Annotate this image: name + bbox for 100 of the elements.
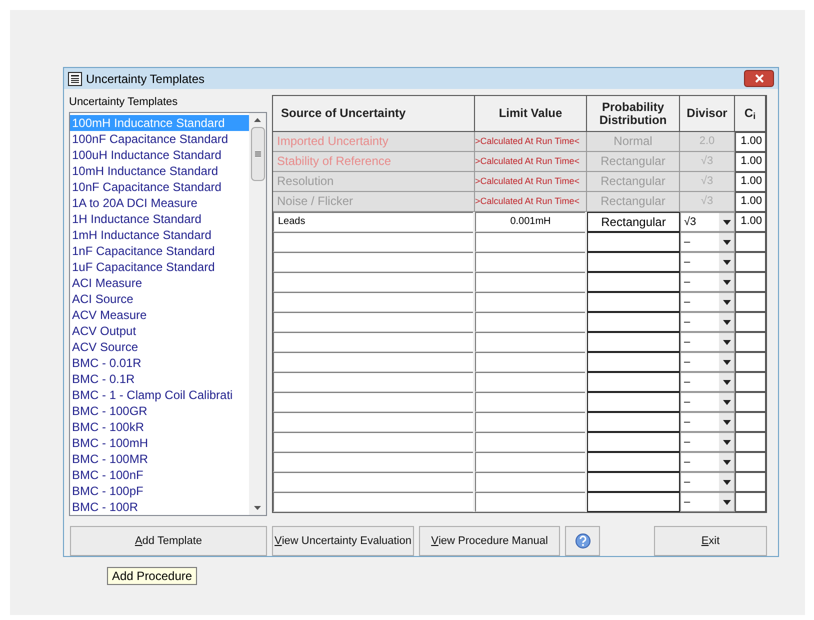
list-item[interactable]: ACI Source [70, 291, 249, 307]
input-field[interactable] [273, 492, 473, 512]
input-field[interactable] [273, 232, 473, 252]
distribution-field[interactable] [587, 392, 680, 412]
distribution-field[interactable] [587, 332, 680, 352]
input-field[interactable] [475, 272, 585, 292]
ci-field[interactable] [735, 332, 766, 352]
divisor-dropdown[interactable]: – [680, 352, 735, 372]
ci-field[interactable] [735, 372, 766, 392]
list-item[interactable]: 1A to 20A DCI Measure [70, 195, 249, 211]
divisor-dropdown[interactable]: – [680, 312, 735, 332]
list-item[interactable]: BMC - 100pF [70, 483, 249, 499]
list-item[interactable]: 100uH Inductance Standard [70, 147, 249, 163]
input-field[interactable] [273, 412, 473, 432]
list-item[interactable]: 1H Inductance Standard [70, 211, 249, 227]
input-field[interactable] [475, 472, 585, 492]
input-field[interactable] [273, 332, 473, 352]
ci-field[interactable] [735, 412, 766, 432]
ci-field[interactable] [735, 472, 766, 492]
input-field[interactable] [475, 292, 585, 312]
list-item[interactable]: BMC - 100R [70, 499, 249, 515]
distribution-field[interactable] [587, 432, 680, 452]
distribution-field[interactable] [587, 412, 680, 432]
distribution-field[interactable] [587, 452, 680, 472]
input-field[interactable] [273, 452, 473, 472]
list-item[interactable]: BMC - 100GR [70, 403, 249, 419]
list-item[interactable]: ACV Source [70, 339, 249, 355]
help-button[interactable] [565, 526, 600, 556]
input-field[interactable]: Leads [273, 212, 473, 232]
divisor-dropdown[interactable]: – [680, 492, 735, 512]
list-item[interactable]: BMC - 100mH [70, 435, 249, 451]
divisor-dropdown[interactable]: – [680, 392, 735, 412]
list-item[interactable]: BMC - 0.1R [70, 371, 249, 387]
divisor-dropdown[interactable]: – [680, 412, 735, 432]
scrollbar[interactable] [249, 113, 266, 515]
ci-field[interactable] [735, 312, 766, 332]
list-item[interactable]: 10mH Inductance Standard [70, 163, 249, 179]
ci-field[interactable]: 1.00 [735, 132, 766, 152]
divisor-dropdown[interactable]: – [680, 232, 735, 252]
ci-field[interactable] [735, 252, 766, 272]
list-item[interactable]: BMC - 100MR [70, 451, 249, 467]
distribution-field[interactable]: Rectangular [587, 212, 680, 232]
action-button[interactable]: View Uncertainty Evaluation [272, 526, 414, 556]
distribution-field[interactable] [587, 272, 680, 292]
list-item[interactable]: 1mH Inductance Standard [70, 227, 249, 243]
input-field[interactable] [475, 432, 585, 452]
divisor-dropdown[interactable]: – [680, 272, 735, 292]
divisor-dropdown[interactable]: – [680, 472, 735, 492]
list-item[interactable]: 10nF Capacitance Standard [70, 179, 249, 195]
divisor-dropdown[interactable]: – [680, 332, 735, 352]
input-field[interactable]: 0.001mH [475, 212, 585, 232]
distribution-field[interactable] [587, 372, 680, 392]
ci-field[interactable] [735, 392, 766, 412]
divisor-dropdown[interactable]: – [680, 292, 735, 312]
scroll-thumb[interactable] [250, 127, 264, 181]
list-item[interactable]: BMC - 0.01R [70, 355, 249, 371]
ci-field[interactable]: 1.00 [735, 152, 766, 172]
action-button[interactable]: Add Template [70, 526, 267, 556]
ci-field[interactable] [735, 352, 766, 372]
distribution-field[interactable] [587, 472, 680, 492]
input-field[interactable] [273, 272, 473, 292]
divisor-dropdown[interactable]: √3 [680, 212, 735, 232]
input-field[interactable] [475, 372, 585, 392]
input-field[interactable] [475, 312, 585, 332]
distribution-field[interactable] [587, 292, 680, 312]
list-item[interactable]: ACV Output [70, 323, 249, 339]
input-field[interactable] [475, 392, 585, 412]
ci-field[interactable] [735, 232, 766, 252]
list-item[interactable]: ACV Measure [70, 307, 249, 323]
ci-field[interactable]: 1.00 [735, 192, 766, 212]
exit-button[interactable]: Exit [654, 526, 767, 556]
input-field[interactable] [475, 252, 585, 272]
input-field[interactable] [273, 252, 473, 272]
distribution-field[interactable] [587, 352, 680, 372]
list-item[interactable]: 100nF Capacitance Standard [70, 131, 249, 147]
ci-field[interactable]: 1.00 [735, 212, 766, 232]
input-field[interactable] [475, 352, 585, 372]
list-item[interactable]: BMC - 100kR [70, 419, 249, 435]
input-field[interactable] [273, 352, 473, 372]
input-field[interactable] [273, 372, 473, 392]
distribution-field[interactable] [587, 232, 680, 252]
ci-field[interactable] [735, 432, 766, 452]
input-field[interactable] [475, 492, 585, 512]
ci-field[interactable] [735, 492, 766, 512]
input-field[interactable] [475, 412, 585, 432]
divisor-dropdown[interactable]: – [680, 372, 735, 392]
input-field[interactable] [475, 452, 585, 472]
list-item[interactable]: BMC - 1 - Clamp Coil Calibrati [70, 387, 249, 403]
divisor-dropdown[interactable]: – [680, 432, 735, 452]
input-field[interactable] [273, 312, 473, 332]
close-button[interactable] [744, 70, 774, 87]
ci-field[interactable] [735, 272, 766, 292]
input-field[interactable] [273, 472, 473, 492]
action-button[interactable]: View Procedure Manual [419, 526, 560, 556]
divisor-dropdown[interactable]: – [680, 452, 735, 472]
input-field[interactable] [273, 432, 473, 452]
list-item[interactable]: 1nF Capacitance Standard [70, 243, 249, 259]
input-field[interactable] [475, 232, 585, 252]
ci-field[interactable] [735, 452, 766, 472]
input-field[interactable] [273, 392, 473, 412]
